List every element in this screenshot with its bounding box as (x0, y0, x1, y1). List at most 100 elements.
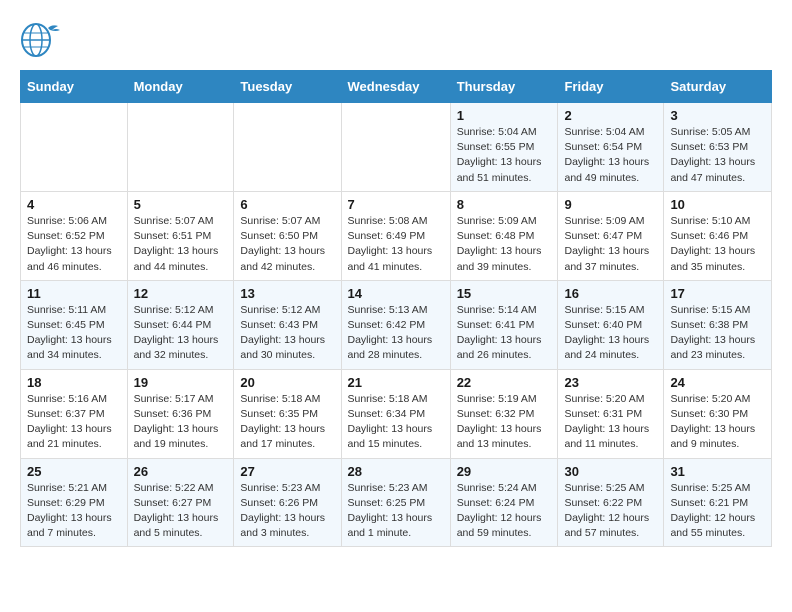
logo (20, 20, 68, 60)
day-number: 1 (457, 108, 552, 123)
calendar-cell: 9 Sunrise: 5:09 AM Sunset: 6:47 PM Daylig… (558, 191, 664, 280)
calendar-cell: 30 Sunrise: 5:25 AM Sunset: 6:22 PM Dayli… (558, 458, 664, 547)
calendar-cell: 19 Sunrise: 5:17 AM Sunset: 6:36 PM Dayli… (127, 369, 234, 458)
calendar-cell: 4 Sunrise: 5:06 AM Sunset: 6:52 PM Daylig… (21, 191, 128, 280)
calendar-cell: 12 Sunrise: 5:12 AM Sunset: 6:44 PM Dayli… (127, 280, 234, 369)
calendar-cell: 28 Sunrise: 5:23 AM Sunset: 6:25 PM Dayli… (341, 458, 450, 547)
day-number: 30 (564, 464, 657, 479)
calendar-cell: 17Sunrise: 5:15 AM Sunset: 6:38 PM Dayli… (664, 280, 772, 369)
day-info: Sunrise: 5:20 AM Sunset: 6:31 PM Dayligh… (564, 392, 657, 453)
weekday-header-saturday: Saturday (664, 71, 772, 103)
day-info: Sunrise: 5:23 AM Sunset: 6:26 PM Dayligh… (240, 481, 334, 542)
day-number: 18 (27, 375, 121, 390)
day-info: Sunrise: 5:06 AM Sunset: 6:52 PM Dayligh… (27, 214, 121, 275)
day-info: Sunrise: 5:10 AM Sunset: 6:46 PM Dayligh… (670, 214, 765, 275)
day-info: Sunrise: 5:25 AM Sunset: 6:21 PM Dayligh… (670, 481, 765, 542)
calendar-cell: 31 Sunrise: 5:25 AM Sunset: 6:21 PM Dayli… (664, 458, 772, 547)
day-number: 3 (670, 108, 765, 123)
calendar-cell (341, 103, 450, 192)
day-info: Sunrise: 5:14 AM Sunset: 6:41 PM Dayligh… (457, 303, 552, 364)
day-number: 25 (27, 464, 121, 479)
day-number: 31 (670, 464, 765, 479)
day-number: 2 (564, 108, 657, 123)
day-number: 11 (27, 286, 121, 301)
day-number: 6 (240, 197, 334, 212)
day-number: 15 (457, 286, 552, 301)
calendar-cell: 16Sunrise: 5:15 AM Sunset: 6:40 PM Dayli… (558, 280, 664, 369)
calendar-cell (127, 103, 234, 192)
calendar-cell: 21 Sunrise: 5:18 AM Sunset: 6:34 PM Dayli… (341, 369, 450, 458)
day-info: Sunrise: 5:17 AM Sunset: 6:36 PM Dayligh… (134, 392, 228, 453)
day-info: Sunrise: 5:04 AM Sunset: 6:54 PM Dayligh… (564, 125, 657, 186)
weekday-header-thursday: Thursday (450, 71, 558, 103)
weekday-header-tuesday: Tuesday (234, 71, 341, 103)
calendar-cell: 22 Sunrise: 5:19 AM Sunset: 6:32 PM Dayli… (450, 369, 558, 458)
day-info: Sunrise: 5:16 AM Sunset: 6:37 PM Dayligh… (27, 392, 121, 453)
day-info: Sunrise: 5:15 AM Sunset: 6:38 PM Dayligh… (670, 303, 765, 364)
day-number: 28 (348, 464, 444, 479)
calendar-cell: 14 Sunrise: 5:13 AM Sunset: 6:42 PM Dayli… (341, 280, 450, 369)
day-number: 26 (134, 464, 228, 479)
day-info: Sunrise: 5:18 AM Sunset: 6:34 PM Dayligh… (348, 392, 444, 453)
day-number: 8 (457, 197, 552, 212)
day-info: Sunrise: 5:09 AM Sunset: 6:47 PM Dayligh… (564, 214, 657, 275)
calendar-cell: 6 Sunrise: 5:07 AM Sunset: 6:50 PM Daylig… (234, 191, 341, 280)
day-number: 19 (134, 375, 228, 390)
calendar-cell: 8 Sunrise: 5:09 AM Sunset: 6:48 PM Daylig… (450, 191, 558, 280)
calendar-cell: 1 Sunrise: 5:04 AM Sunset: 6:55 PM Daylig… (450, 103, 558, 192)
weekday-header-wednesday: Wednesday (341, 71, 450, 103)
calendar-cell: 15 Sunrise: 5:14 AM Sunset: 6:41 PM Dayli… (450, 280, 558, 369)
day-number: 12 (134, 286, 228, 301)
calendar-cell: 29 Sunrise: 5:24 AM Sunset: 6:24 PM Dayli… (450, 458, 558, 547)
day-number: 22 (457, 375, 552, 390)
day-number: 4 (27, 197, 121, 212)
calendar-cell: 5 Sunrise: 5:07 AM Sunset: 6:51 PM Daylig… (127, 191, 234, 280)
day-number: 7 (348, 197, 444, 212)
calendar-cell: 7 Sunrise: 5:08 AM Sunset: 6:49 PM Daylig… (341, 191, 450, 280)
calendar-table: SundayMondayTuesdayWednesdayThursdayFrid… (20, 70, 772, 547)
day-info: Sunrise: 5:20 AM Sunset: 6:30 PM Dayligh… (670, 392, 765, 453)
day-info: Sunrise: 5:11 AM Sunset: 6:45 PM Dayligh… (27, 303, 121, 364)
calendar-cell: 23 Sunrise: 5:20 AM Sunset: 6:31 PM Dayli… (558, 369, 664, 458)
day-info: Sunrise: 5:07 AM Sunset: 6:51 PM Dayligh… (134, 214, 228, 275)
day-number: 27 (240, 464, 334, 479)
calendar-cell (21, 103, 128, 192)
day-info: Sunrise: 5:22 AM Sunset: 6:27 PM Dayligh… (134, 481, 228, 542)
calendar-cell: 25 Sunrise: 5:21 AM Sunset: 6:29 PM Dayli… (21, 458, 128, 547)
day-info: Sunrise: 5:09 AM Sunset: 6:48 PM Dayligh… (457, 214, 552, 275)
calendar-cell: 11 Sunrise: 5:11 AM Sunset: 6:45 PM Dayli… (21, 280, 128, 369)
day-info: Sunrise: 5:21 AM Sunset: 6:29 PM Dayligh… (27, 481, 121, 542)
day-number: 5 (134, 197, 228, 212)
calendar-cell: 13 Sunrise: 5:12 AM Sunset: 6:43 PM Dayli… (234, 280, 341, 369)
day-info: Sunrise: 5:24 AM Sunset: 6:24 PM Dayligh… (457, 481, 552, 542)
weekday-header-sunday: Sunday (21, 71, 128, 103)
day-info: Sunrise: 5:18 AM Sunset: 6:35 PM Dayligh… (240, 392, 334, 453)
calendar-cell: 10Sunrise: 5:10 AM Sunset: 6:46 PM Dayli… (664, 191, 772, 280)
day-info: Sunrise: 5:05 AM Sunset: 6:53 PM Dayligh… (670, 125, 765, 186)
page-header (20, 20, 772, 60)
day-number: 20 (240, 375, 334, 390)
calendar-cell: 18 Sunrise: 5:16 AM Sunset: 6:37 PM Dayli… (21, 369, 128, 458)
day-number: 9 (564, 197, 657, 212)
day-info: Sunrise: 5:08 AM Sunset: 6:49 PM Dayligh… (348, 214, 444, 275)
day-number: 21 (348, 375, 444, 390)
calendar-cell: 24Sunrise: 5:20 AM Sunset: 6:30 PM Dayli… (664, 369, 772, 458)
day-info: Sunrise: 5:07 AM Sunset: 6:50 PM Dayligh… (240, 214, 334, 275)
calendar-cell: 26 Sunrise: 5:22 AM Sunset: 6:27 PM Dayli… (127, 458, 234, 547)
day-number: 13 (240, 286, 334, 301)
day-info: Sunrise: 5:12 AM Sunset: 6:44 PM Dayligh… (134, 303, 228, 364)
day-info: Sunrise: 5:25 AM Sunset: 6:22 PM Dayligh… (564, 481, 657, 542)
calendar-cell (234, 103, 341, 192)
day-info: Sunrise: 5:23 AM Sunset: 6:25 PM Dayligh… (348, 481, 444, 542)
calendar-cell: 27 Sunrise: 5:23 AM Sunset: 6:26 PM Dayli… (234, 458, 341, 547)
calendar-cell: 20 Sunrise: 5:18 AM Sunset: 6:35 PM Dayli… (234, 369, 341, 458)
day-number: 16 (564, 286, 657, 301)
day-info: Sunrise: 5:19 AM Sunset: 6:32 PM Dayligh… (457, 392, 552, 453)
day-info: Sunrise: 5:13 AM Sunset: 6:42 PM Dayligh… (348, 303, 444, 364)
day-number: 14 (348, 286, 444, 301)
day-number: 23 (564, 375, 657, 390)
day-number: 29 (457, 464, 552, 479)
day-info: Sunrise: 5:04 AM Sunset: 6:55 PM Dayligh… (457, 125, 552, 186)
day-info: Sunrise: 5:12 AM Sunset: 6:43 PM Dayligh… (240, 303, 334, 364)
calendar-cell: 2 Sunrise: 5:04 AM Sunset: 6:54 PM Daylig… (558, 103, 664, 192)
